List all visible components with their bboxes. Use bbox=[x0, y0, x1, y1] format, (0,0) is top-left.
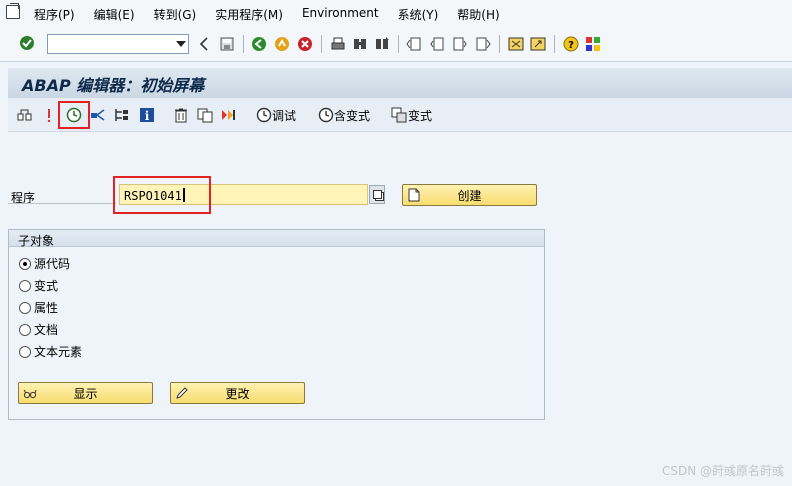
radio-label: 文档 bbox=[34, 323, 59, 337]
radio-text-elements[interactable]: 文本元素 bbox=[19, 343, 82, 360]
radio-label: 源代码 bbox=[34, 257, 71, 271]
syntax-check-icon[interactable] bbox=[41, 107, 57, 123]
radio-label: 属性 bbox=[34, 301, 59, 315]
field-underline bbox=[8, 203, 116, 204]
menu-program[interactable]: 程序(P) bbox=[34, 6, 75, 23]
menu-utilities[interactable]: 实用程序(M) bbox=[215, 6, 283, 23]
execute-with-variant-icon[interactable] bbox=[318, 107, 334, 123]
where-used-icon[interactable] bbox=[90, 107, 106, 123]
radio-label: 变式 bbox=[34, 279, 59, 293]
new-session-icon[interactable] bbox=[508, 36, 524, 52]
variants-icon[interactable] bbox=[391, 107, 407, 123]
debug-icon[interactable] bbox=[256, 107, 272, 123]
radio-label: 文本元素 bbox=[34, 345, 83, 359]
customize-layout-icon[interactable] bbox=[585, 36, 601, 52]
new-document-icon bbox=[408, 188, 420, 202]
back-icon[interactable] bbox=[251, 36, 267, 52]
watermark: CSDN @莳彧原名莳彧 bbox=[661, 464, 784, 478]
menu-bar: 程序(P) 编辑(E) 转到(G) 实用程序(M) Environment 系统… bbox=[0, 0, 792, 28]
change-button[interactable]: 更改 bbox=[170, 382, 305, 404]
svg-text:i: i bbox=[145, 109, 150, 123]
execute-highlight bbox=[58, 101, 90, 129]
svg-text:?: ? bbox=[568, 40, 574, 51]
previous-page-icon[interactable] bbox=[429, 36, 445, 52]
subobjects-header: 子对象 bbox=[9, 230, 544, 248]
menu-system[interactable]: 系统(Y) bbox=[398, 6, 439, 23]
menu-goto[interactable]: 转到(G) bbox=[154, 6, 197, 23]
debug-label[interactable]: 调试 bbox=[272, 107, 296, 124]
display-button-label: 显示 bbox=[73, 386, 98, 401]
radio-attributes[interactable]: 属性 bbox=[19, 299, 58, 316]
enter-check-icon[interactable] bbox=[19, 35, 35, 51]
last-page-icon[interactable] bbox=[475, 36, 491, 52]
value-help-icon[interactable] bbox=[369, 185, 385, 204]
print-icon[interactable] bbox=[330, 36, 346, 52]
radio-button[interactable] bbox=[19, 345, 31, 358]
copy-icon[interactable] bbox=[197, 107, 213, 123]
dropdown-arrow-icon[interactable] bbox=[176, 41, 186, 47]
rename-icon[interactable] bbox=[220, 107, 236, 123]
menu-help[interactable]: 帮助(H) bbox=[457, 6, 499, 23]
title-bar: ABAP 编辑器：初始屏幕 bbox=[8, 68, 792, 98]
window-menu-icon[interactable] bbox=[6, 3, 20, 19]
shortcut-icon[interactable] bbox=[530, 36, 546, 52]
radio-documentation[interactable]: 文档 bbox=[19, 321, 58, 338]
glasses-icon bbox=[23, 389, 37, 399]
create-button-label: 创建 bbox=[457, 188, 482, 203]
find-next-icon[interactable] bbox=[374, 36, 390, 52]
save-icon[interactable] bbox=[219, 36, 235, 52]
cancel-icon[interactable] bbox=[297, 36, 313, 52]
radio-button[interactable] bbox=[19, 257, 31, 270]
radio-button[interactable] bbox=[19, 279, 31, 292]
pencil-icon bbox=[176, 387, 188, 399]
help-icon[interactable]: ? bbox=[563, 36, 579, 52]
info-icon[interactable]: i bbox=[139, 107, 155, 123]
first-page-icon[interactable] bbox=[406, 36, 422, 52]
menu-environment[interactable]: Environment bbox=[302, 6, 379, 23]
variant-label[interactable]: 变式 bbox=[408, 107, 432, 124]
command-field[interactable] bbox=[47, 34, 189, 54]
page-title: ABAP 编辑器：初始屏幕 bbox=[22, 76, 205, 95]
object-list-icon[interactable] bbox=[114, 107, 130, 123]
radio-button[interactable] bbox=[19, 323, 31, 336]
other-object-icon[interactable] bbox=[17, 107, 33, 123]
with-variant-label[interactable]: 含变式 bbox=[334, 107, 370, 124]
menu-items: 程序(P) 编辑(E) 转到(G) 实用程序(M) Environment 系统… bbox=[34, 6, 519, 23]
collapse-left-icon[interactable] bbox=[197, 36, 213, 52]
delete-icon[interactable] bbox=[173, 107, 189, 123]
find-icon[interactable] bbox=[352, 36, 368, 52]
radio-button[interactable] bbox=[19, 301, 31, 314]
display-button[interactable]: 显示 bbox=[18, 382, 153, 404]
radio-variants[interactable]: 变式 bbox=[19, 277, 58, 294]
input-highlight bbox=[113, 176, 211, 214]
radio-source-code[interactable]: 源代码 bbox=[19, 255, 70, 272]
subobjects-title: 子对象 bbox=[18, 234, 55, 248]
change-button-label: 更改 bbox=[225, 386, 250, 401]
exit-icon[interactable] bbox=[274, 36, 290, 52]
menu-edit[interactable]: 编辑(E) bbox=[94, 6, 135, 23]
next-page-icon[interactable] bbox=[452, 36, 468, 52]
create-button[interactable]: 创建 bbox=[402, 184, 537, 206]
